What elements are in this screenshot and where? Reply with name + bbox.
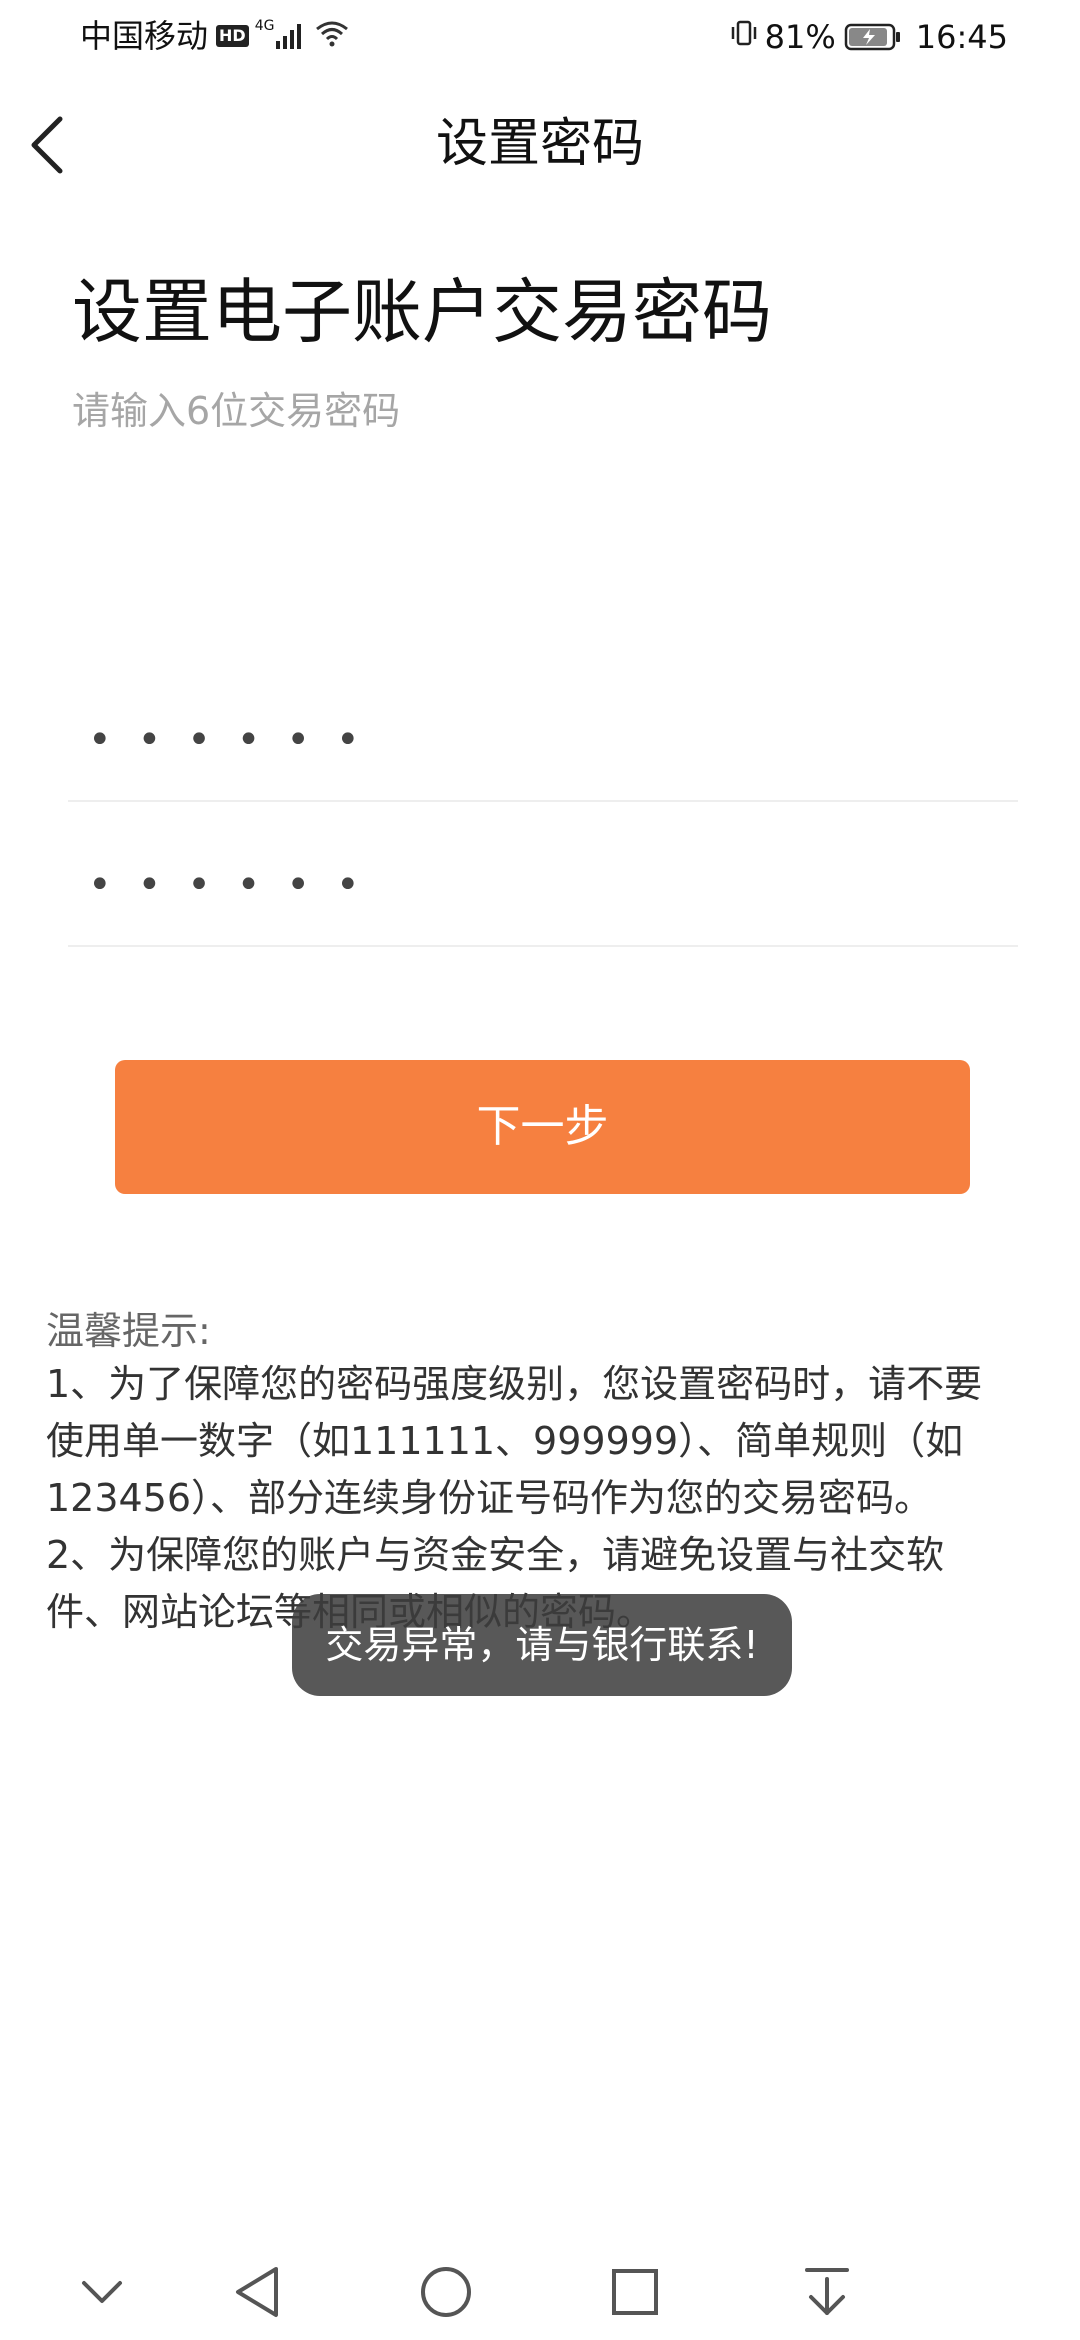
password-input[interactable]: •••••• <box>68 680 1018 802</box>
page-title: 设置密码 <box>435 114 644 174</box>
status-bar: 中国移动 HD 4G 81% 16:45 <box>0 0 1080 72</box>
carrier-group: 中国移动 HD 4G <box>80 18 350 54</box>
battery-percent: 81% <box>764 17 836 56</box>
password-value: •••••• <box>88 717 386 763</box>
confirm-password-value: •••••• <box>88 862 386 908</box>
status-right-group: 81% 16:45 <box>729 18 1008 55</box>
toast-message: 交易异常，请与银行联系! <box>292 1594 792 1696</box>
home-circle-icon[interactable] <box>414 2260 478 2324</box>
clock: 16:45 <box>915 17 1008 56</box>
tips-item-1: 1、为了保障您的密码强度级别，您设置密码时，请不要使用单一数字（如111111、… <box>46 1362 983 1520</box>
download-arrow-icon[interactable] <box>795 2260 859 2324</box>
battery-charging-icon <box>844 22 902 52</box>
signal-icon <box>276 23 304 49</box>
carrier-name: 中国移动 <box>80 17 209 55</box>
back-triangle-icon[interactable] <box>225 2260 289 2324</box>
wifi-icon <box>314 18 350 54</box>
network-type: 4G <box>254 18 275 34</box>
form-heading: 设置电子账户交易密码 <box>72 271 772 353</box>
recents-square-icon[interactable] <box>603 2260 667 2324</box>
next-button[interactable]: 下一步 <box>115 1060 970 1194</box>
vibrate-icon <box>729 18 759 55</box>
hd-badge: HD <box>216 25 249 47</box>
tips-title: 温馨提示: <box>46 1309 211 1353</box>
confirm-password-input[interactable]: •••••• <box>68 825 1018 947</box>
system-nav-bar <box>0 2240 1080 2340</box>
form-subheading: 请输入6位交易密码 <box>72 389 401 433</box>
nav-header: 设置密码 <box>0 80 1080 210</box>
chevron-down-icon[interactable] <box>70 2260 134 2324</box>
tips-section: 温馨提示: 1、为了保障您的密码强度级别，您设置密码时，请不要使用单一数字（如1… <box>46 1306 1006 1641</box>
